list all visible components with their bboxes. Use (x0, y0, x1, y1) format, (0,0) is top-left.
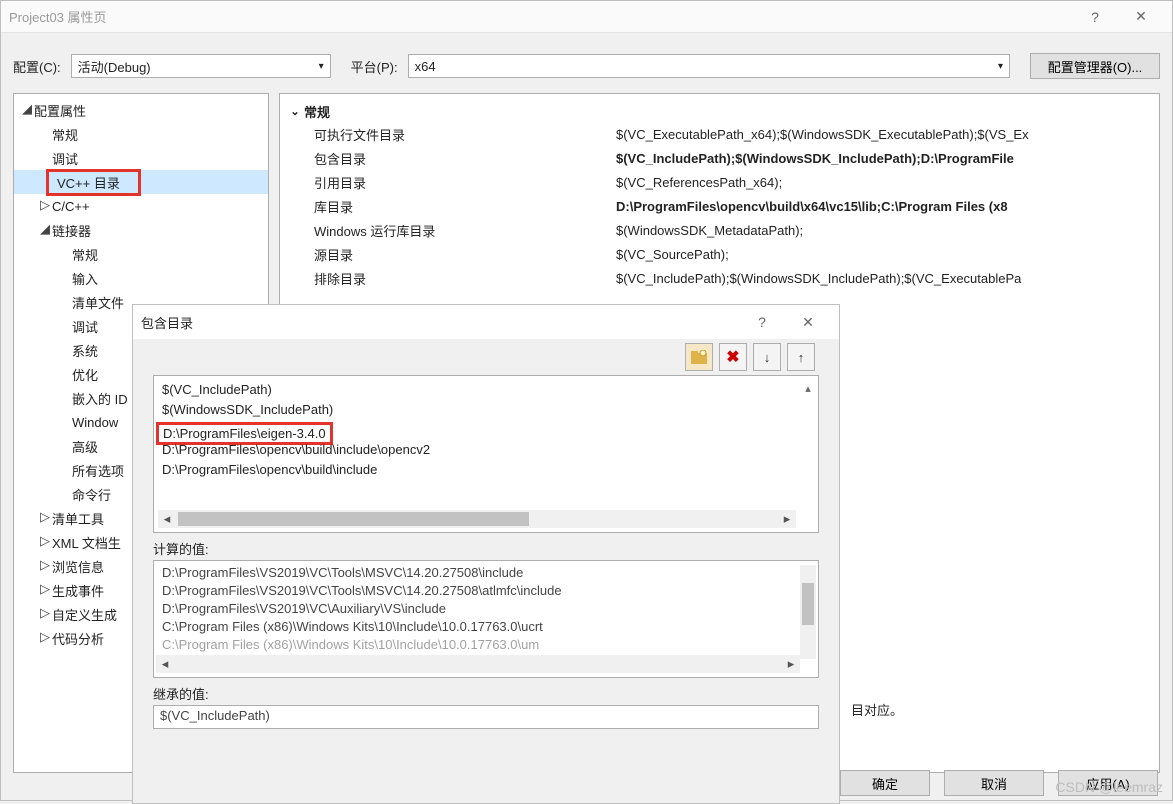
propgroup-header[interactable]: ⌄ 常规 (286, 100, 1153, 122)
list-item: D:\ProgramFiles\VS2019\VC\Tools\MSVC\14.… (162, 583, 810, 601)
tree-item-linker-general[interactable]: 常规 (14, 242, 268, 266)
list-item[interactable]: $(VC_IncludePath) (162, 382, 810, 402)
tree-root-label: 配置属性 (34, 101, 86, 120)
triangle-down-icon: ◢ (38, 221, 52, 237)
config-dropdown[interactable]: 活动(Debug) ▾ (71, 54, 331, 78)
new-folder-icon[interactable] (685, 343, 713, 371)
list-item[interactable]: D:\ProgramFiles\opencv\build\include (162, 462, 810, 482)
config-label: 配置(C): (13, 57, 61, 76)
triangle-right-icon: ▷ (38, 533, 52, 549)
platform-dropdown[interactable]: x64 ▾ (408, 54, 1010, 78)
list-toolbar: ✖ ↓ ↑ (133, 339, 839, 373)
scroll-right-icon[interactable]: ▸ (778, 510, 796, 528)
proprow-reference-dir[interactable]: 引用目录$(VC_ReferencesPath_x64); (286, 170, 1153, 194)
help-icon[interactable]: ? (739, 306, 785, 338)
triangle-right-icon: ▷ (38, 509, 52, 525)
tree-item-general[interactable]: 常规 (14, 122, 268, 146)
help-icon[interactable]: ? (1072, 1, 1118, 33)
scroll-right-icon[interactable]: ▸ (782, 655, 800, 673)
move-down-icon[interactable]: ↓ (753, 343, 781, 371)
chevron-down-icon: ⌄ (286, 105, 304, 118)
list-item: $(VC_IncludePath) (160, 708, 270, 723)
description-note: 目对应。 (851, 700, 903, 719)
propgroup-title: 常规 (304, 102, 330, 121)
chevron-down-icon: ▾ (998, 61, 1003, 72)
platform-value: x64 (415, 59, 436, 74)
proprow-exclude-dir[interactable]: 排除目录$(VC_IncludePath);$(WindowsSDK_Inclu… (286, 266, 1153, 290)
proprow-source-dir[interactable]: 源目录$(VC_SourcePath); (286, 242, 1153, 266)
triangle-right-icon: ▷ (38, 197, 52, 213)
config-row: 配置(C): 活动(Debug) ▾ 平台(P): x64 ▾ 配置管理器(O)… (1, 33, 1172, 93)
inherited-label: 继承的值: (153, 684, 819, 703)
include-list[interactable]: $(VC_IncludePath) $(WindowsSDK_IncludePa… (153, 375, 819, 533)
tree-item-vcpp-dirs[interactable]: VC++ 目录 (14, 170, 268, 194)
tree-item-debug[interactable]: 调试 (14, 146, 268, 170)
tree-item-ccpp[interactable]: ▷C/C++ (14, 194, 268, 218)
list-item: D:\ProgramFiles\VS2019\VC\Auxiliary\VS\i… (162, 601, 810, 619)
list-item-highlighted[interactable]: D:\ProgramFiles\eigen-3.4.0 (162, 422, 810, 442)
horizontal-scrollbar[interactable]: ◂ ▸ (158, 510, 796, 528)
proprow-exec-dir[interactable]: 可执行文件目录$(VC_ExecutablePath_x64);$(Window… (286, 122, 1153, 146)
list-item: C:\Program Files (x86)\Windows Kits\10\I… (162, 619, 810, 637)
horizontal-scrollbar[interactable]: ◂ ▸ (156, 655, 800, 673)
config-value: 活动(Debug) (78, 57, 151, 76)
dialog-titlebar: 包含目录 ? ✕ (133, 305, 839, 339)
move-up-icon[interactable]: ↑ (787, 343, 815, 371)
list-item[interactable]: $(WindowsSDK_IncludePath) (162, 402, 810, 422)
computed-label: 计算的值: (153, 539, 819, 558)
cancel-button[interactable]: 取消 (944, 770, 1044, 796)
triangle-right-icon: ▷ (38, 581, 52, 597)
computed-list[interactable]: D:\ProgramFiles\VS2019\VC\Tools\MSVC\14.… (153, 560, 819, 678)
close-icon[interactable]: ✕ (1118, 1, 1164, 33)
triangle-right-icon: ▷ (38, 605, 52, 621)
chevron-down-icon: ▾ (319, 61, 324, 72)
inherited-list[interactable]: $(VC_IncludePath) (153, 705, 819, 729)
tree-item-linker-input[interactable]: 输入 (14, 266, 268, 290)
list-item: C:\Program Files (x86)\Windows Kits\10\I… (162, 637, 810, 655)
proprow-include-dir[interactable]: 包含目录$(VC_IncludePath);$(WindowsSDK_Inclu… (286, 146, 1153, 170)
scrollbar-thumb[interactable] (802, 583, 814, 625)
triangle-right-icon: ▷ (38, 629, 52, 645)
proprow-lib-dir[interactable]: 库目录D:\ProgramFiles\opencv\build\x64\vc15… (286, 194, 1153, 218)
triangle-down-icon: ◢ (20, 101, 34, 117)
tree-item-vcpp-dirs-label: VC++ 目录 (46, 169, 141, 196)
delete-icon[interactable]: ✖ (719, 343, 747, 371)
scroll-up-icon[interactable]: ▴ (800, 382, 816, 398)
scroll-left-icon[interactable]: ◂ (158, 510, 176, 528)
ok-button-partial[interactable]: 确定 (840, 770, 930, 796)
proprow-winrt-dir[interactable]: Windows 运行库目录$(WindowsSDK_MetadataPath); (286, 218, 1153, 242)
apply-button[interactable]: 应用(A) (1058, 770, 1158, 796)
scroll-left-icon[interactable]: ◂ (156, 655, 174, 673)
titlebar: Project03 属性页 ? ✕ (1, 1, 1172, 33)
scrollbar-thumb[interactable] (178, 512, 529, 526)
triangle-right-icon: ▷ (38, 557, 52, 573)
list-item[interactable]: D:\ProgramFiles\opencv\build\include\ope… (162, 442, 810, 462)
vertical-scrollbar[interactable] (800, 565, 816, 659)
dialog-title: 包含目录 (141, 313, 739, 332)
window-title: Project03 属性页 (9, 7, 1072, 26)
tree-item-linker[interactable]: ◢链接器 (14, 218, 268, 242)
tree-root[interactable]: ◢ 配置属性 (14, 98, 268, 122)
platform-label: 平台(P): (351, 57, 398, 76)
config-manager-button[interactable]: 配置管理器(O)... (1030, 53, 1160, 79)
close-icon[interactable]: ✕ (785, 306, 831, 338)
button-row: 确定 取消 应用(A) (840, 770, 1158, 796)
include-dirs-dialog: 包含目录 ? ✕ ✖ ↓ ↑ $(VC_IncludePath) $(Windo… (132, 304, 840, 804)
list-item: D:\ProgramFiles\VS2019\VC\Tools\MSVC\14.… (162, 565, 810, 583)
